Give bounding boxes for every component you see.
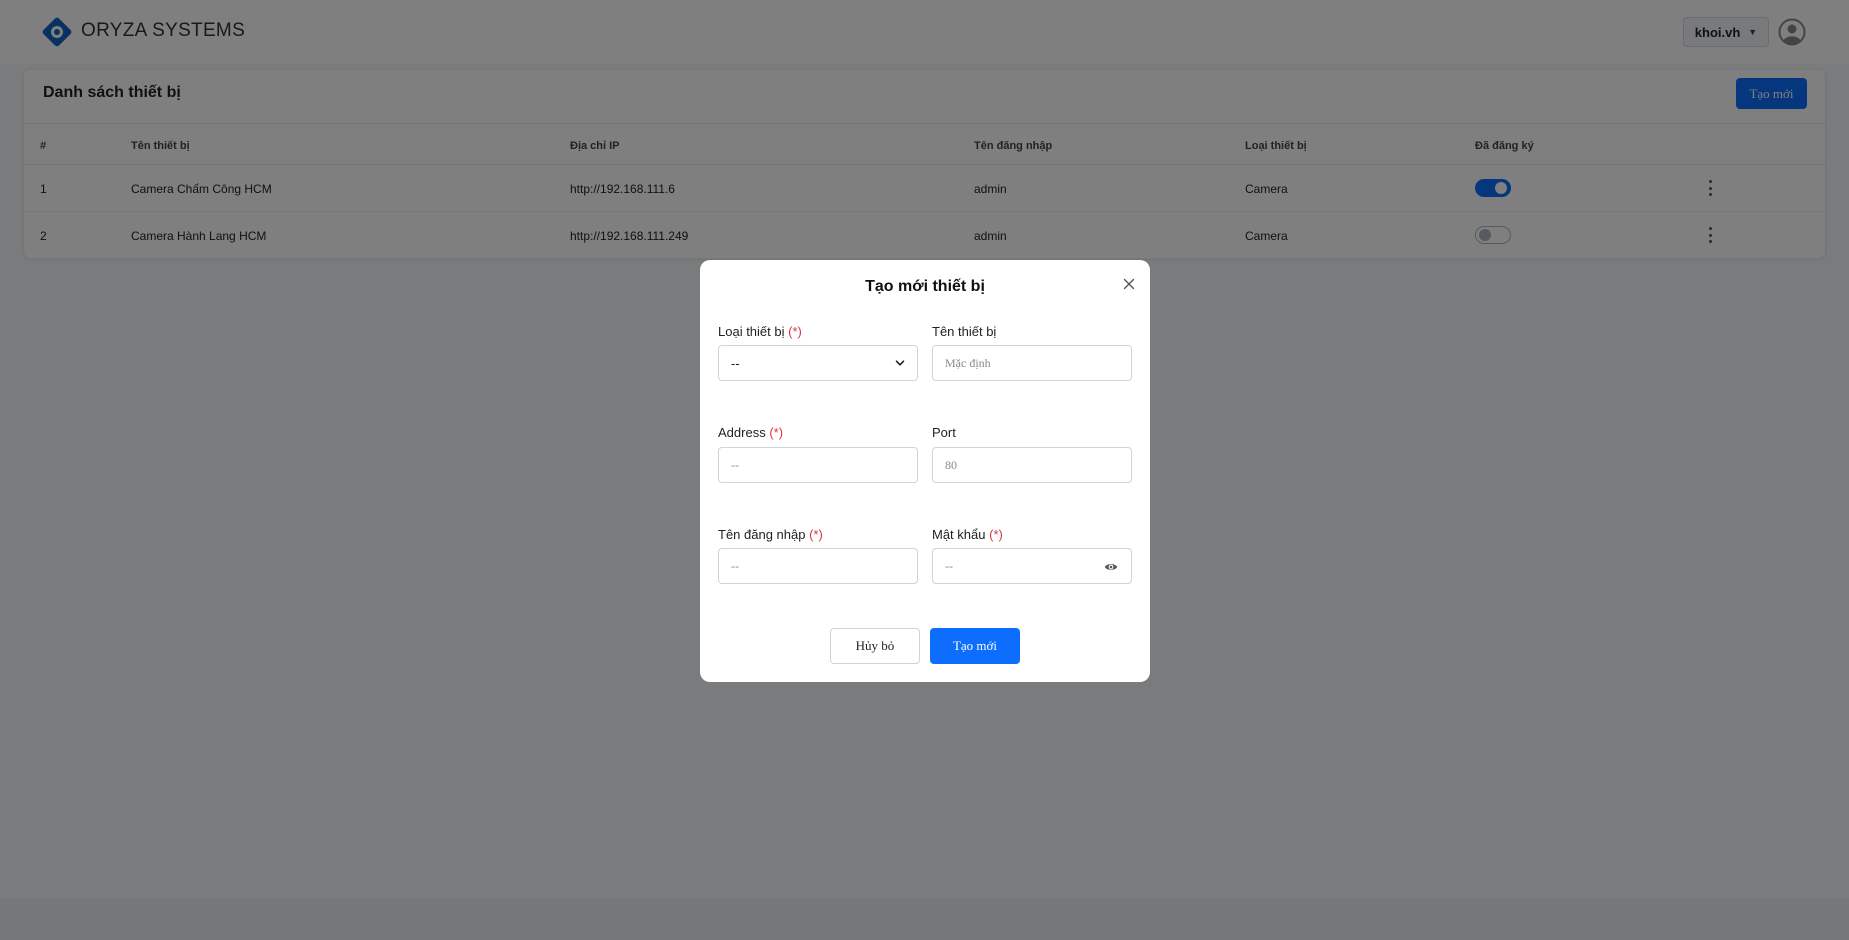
device-name-label-text: Tên thiết bị	[932, 324, 997, 339]
address-input[interactable]: --	[718, 447, 918, 483]
device-name-label: Tên thiết bị	[932, 324, 996, 339]
eye-icon[interactable]	[1104, 561, 1118, 573]
port-label-text: Port	[932, 425, 956, 440]
close-icon[interactable]	[1121, 276, 1137, 292]
device-type-label-text: Loại thiết bị	[718, 324, 785, 339]
modal-title: Tạo mới thiết bị	[865, 278, 985, 295]
required-mark: (*)	[809, 527, 823, 542]
required-mark: (*)	[989, 527, 1003, 542]
submit-button[interactable]: Tạo mới	[930, 628, 1020, 664]
device-type-select[interactable]: --	[718, 345, 918, 381]
password-label-text: Mật khẩu	[932, 527, 986, 542]
create-device-modal: Tạo mới thiết bị Loại thiết bị (*) -- Tê…	[700, 260, 1150, 682]
device-name-input[interactable]: Mặc định	[932, 345, 1132, 381]
device-type-label: Loại thiết bị (*)	[718, 324, 802, 339]
cancel-button[interactable]: Hủy bỏ	[830, 628, 920, 664]
port-label: Port	[932, 425, 956, 440]
device-type-value: --	[731, 355, 740, 371]
required-mark: (*)	[788, 324, 802, 339]
username-label-text: Tên đăng nhập	[718, 527, 806, 542]
username-input[interactable]: --	[718, 548, 918, 584]
address-label-text: Address	[718, 425, 766, 440]
password-input[interactable]: --	[932, 548, 1132, 584]
address-placeholder: --	[731, 457, 739, 472]
password-label: Mật khẩu (*)	[932, 527, 1003, 542]
password-placeholder: --	[945, 558, 953, 573]
chevron-down-icon	[895, 360, 905, 366]
username-label: Tên đăng nhập (*)	[718, 527, 823, 542]
required-mark: (*)	[769, 425, 784, 440]
port-input[interactable]: 80	[932, 447, 1132, 483]
address-label: Address (*)	[718, 425, 783, 440]
port-placeholder: 80	[945, 457, 957, 472]
username-placeholder: --	[731, 558, 739, 573]
device-name-placeholder: Mặc định	[945, 355, 991, 370]
